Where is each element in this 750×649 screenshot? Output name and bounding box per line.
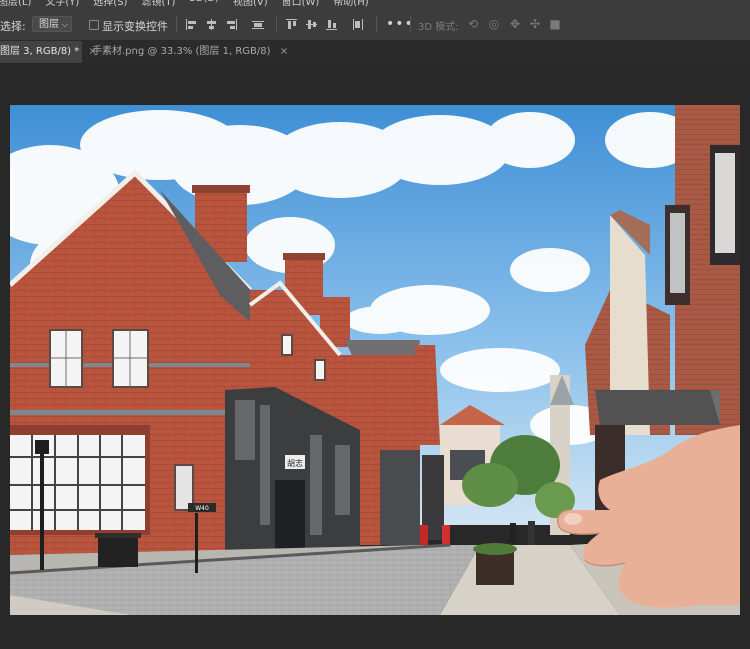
separator [410,16,411,32]
slide-3d-icon: ✣ [529,17,541,31]
shop-sign: 胡志 [287,458,303,468]
show-transform-checkbox[interactable] [89,20,99,30]
separator [176,16,177,32]
align-top-icon[interactable] [286,19,298,30]
menu-view[interactable]: 视图(V) [233,0,268,8]
street-photo: 胡志 W40 [10,105,740,615]
menu-layer[interactable]: 图层(L) [0,0,31,8]
options-bar: 选择: 图层 ⌵ 显示变换控件 ••• 3D 模式: ⟲ ◎ ✥ ✣ ■ [0,8,750,41]
distribute-horizontal-icon[interactable] [252,19,264,30]
close-icon[interactable]: × [280,46,288,57]
menu-3d[interactable]: 3D(D) [189,0,219,8]
tab-hand-material[interactable]: 手素材.png @ 33.3% (图层 1, RGB/8) × [82,41,288,63]
orbit-3d-icon: ⟲ [467,17,479,31]
street-sign: W40 [195,505,209,512]
auto-select-dropdown[interactable]: 图层 ⌵ [32,16,72,32]
camera-3d-icon: ■ [549,17,561,31]
drag-3d-icon: ✥ [509,17,521,31]
auto-select-label: 选择: [0,20,26,33]
tab-label: 手素材.png @ 33.3% (图层 1, RGB/8) [92,46,271,57]
roll-3d-icon: ◎ [488,17,500,31]
menu-help[interactable]: 帮助(H) [333,0,368,8]
document-tabs: 图层 3, RGB/8) * × 手素材.png @ 33.3% (图层 1, … [0,41,750,63]
chevron-down-icon: ⌵ [61,20,68,29]
menu-bar: 图层(L) 文字(Y) 选择(S) 滤镜(T) 3D(D) 视图(V) 窗口(W… [0,0,750,8]
tab-label: 图层 3, RGB/8) * [0,46,80,57]
mode3d-label: 3D 模式: [418,22,459,33]
document-canvas[interactable]: 胡志 W40 [10,105,740,615]
align-bottom-icon[interactable] [326,19,338,30]
menu-type[interactable]: 文字(Y) [45,0,79,8]
show-transform-label: 显示变换控件 [102,20,168,33]
separator [376,16,377,32]
separator [276,16,277,32]
menu-window[interactable]: 窗口(W) [282,0,320,8]
auto-select-value: 图层 [39,19,59,30]
align-right-icon[interactable] [226,19,238,30]
align-horizontal-center-icon[interactable] [206,19,218,30]
tab-document-active[interactable]: 图层 3, RGB/8) * × [0,41,97,63]
menu-filter[interactable]: 滤镜(T) [141,0,175,8]
align-vertical-center-icon[interactable] [306,19,318,30]
workspace: 胡志 W40 [0,63,750,649]
distribute-vertical-icon[interactable] [352,19,364,30]
align-left-icon[interactable] [186,19,198,30]
menu-select[interactable]: 选择(S) [93,0,127,8]
